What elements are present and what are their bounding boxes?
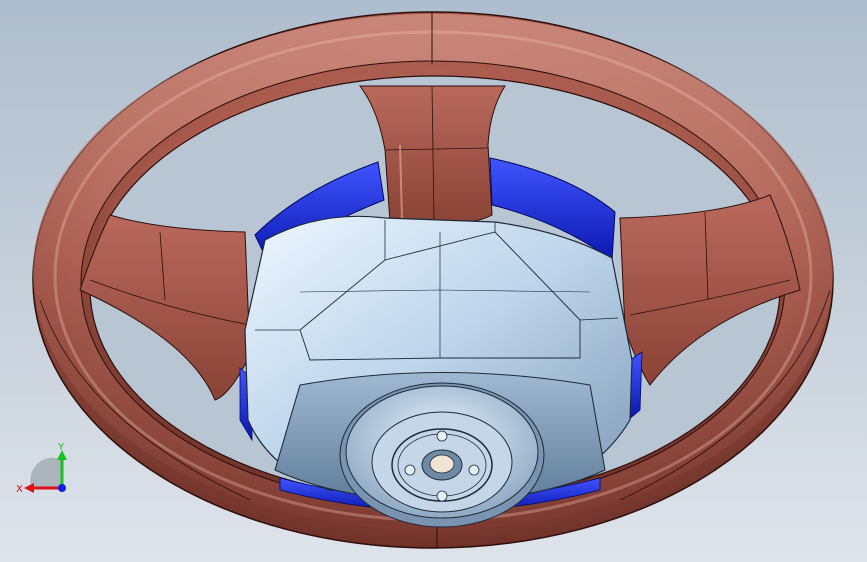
steering-wheel-model[interactable]: [0, 0, 867, 562]
x-axis-label: X: [16, 484, 23, 495]
coordinate-triad-icon: Y X: [16, 442, 67, 495]
y-axis-label: Y: [57, 442, 65, 453]
graphics-viewport[interactable]: Y X: [0, 0, 867, 562]
hub-center-disc[interactable]: [339, 382, 545, 528]
